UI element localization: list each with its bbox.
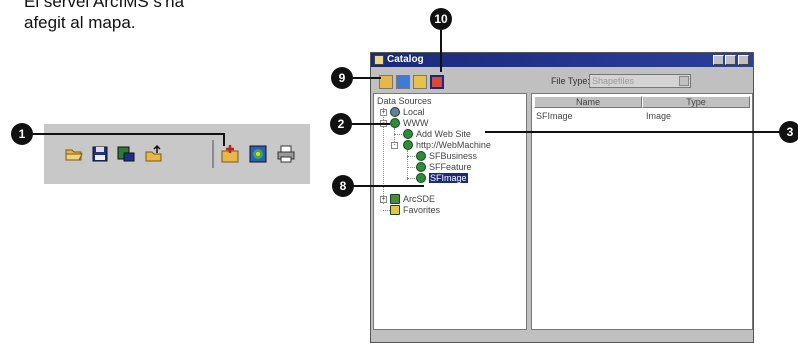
globe-icon <box>403 129 413 139</box>
catalog-icon[interactable] <box>396 75 410 89</box>
tree-node-local[interactable]: Local <box>403 107 425 117</box>
globe-icon <box>416 162 426 172</box>
tree-root: Data Sources <box>377 96 432 106</box>
expand-icon[interactable]: + <box>380 109 387 116</box>
computer-icon <box>390 107 400 117</box>
callout-1-leader-drop <box>223 133 225 146</box>
tree-node-webmachine[interactable]: http://WebMachine <box>416 140 491 150</box>
tree-node-arcsde[interactable]: ArcSDE <box>403 194 435 204</box>
callout-1: 1 <box>11 123 33 145</box>
database-icon <box>390 194 400 204</box>
tree-node-sfbusiness[interactable]: SFBusiness <box>429 151 477 161</box>
tree-line <box>407 167 415 168</box>
close-icon[interactable] <box>738 55 749 65</box>
tree-line <box>407 150 408 180</box>
column-header-type[interactable]: Type <box>642 96 750 108</box>
print-preview-icon[interactable] <box>116 144 136 164</box>
save-icon[interactable] <box>90 144 110 164</box>
folder-icon[interactable] <box>413 75 427 89</box>
collapse-icon[interactable]: - <box>391 142 398 149</box>
callout-2: 2 <box>330 113 352 135</box>
catalog-app-icon <box>374 55 384 65</box>
list-item-name[interactable]: SFImage <box>536 111 573 121</box>
callout-3: 3 <box>779 121 798 143</box>
callout-9: 9 <box>331 67 353 89</box>
caption-line-1: El servei ArcIMS s'ha <box>24 0 185 11</box>
tree-node-sfimage[interactable]: SFImage <box>429 173 468 183</box>
tree-node-sffeature[interactable]: SFFeature <box>429 162 472 172</box>
add-data-icon[interactable] <box>220 144 240 164</box>
file-type-label: File Type: <box>551 76 590 86</box>
globe-icon <box>416 151 426 161</box>
favorites-folder-icon <box>390 205 400 215</box>
callout-10: 10 <box>430 8 452 30</box>
callout-2-leader <box>352 123 390 125</box>
tree-node-add-web-site[interactable]: Add Web Site <box>416 129 471 139</box>
callout-9-leader <box>353 77 381 79</box>
callout-8-leader <box>354 185 424 187</box>
chevron-down-icon[interactable] <box>679 76 689 86</box>
catalog-titlebar: Catalog <box>371 53 753 67</box>
tree-line <box>407 156 415 157</box>
callout-10-leader <box>440 30 442 72</box>
tree-line <box>394 134 402 135</box>
globe-icon <box>390 118 400 128</box>
globe-icon <box>403 140 413 150</box>
open-icon[interactable] <box>64 144 84 164</box>
print-icon[interactable] <box>276 144 296 164</box>
add-data-icon[interactable] <box>379 75 393 89</box>
tree-node-www[interactable]: WWW <box>403 118 428 128</box>
list-item-type: Image <box>646 111 672 121</box>
caption-line-2: afegit al mapa. <box>24 13 136 32</box>
callout-8: 8 <box>332 175 354 197</box>
tree-line <box>407 178 415 179</box>
catalog-tree: Data Sources + Local - WWW Add Web Site … <box>373 93 527 330</box>
callout-3-leader <box>485 131 779 133</box>
status-bar <box>373 333 751 341</box>
tree-node-favorites[interactable]: Favorites <box>403 205 440 215</box>
callout-1-leader <box>33 133 224 135</box>
file-type-select[interactable]: Shapefiles <box>589 74 691 88</box>
add-server-icon[interactable] <box>430 75 444 89</box>
minimize-icon[interactable] <box>713 55 724 65</box>
file-type-value: Shapefiles <box>592 76 635 86</box>
arcmap-icon[interactable] <box>248 144 268 164</box>
column-header-name[interactable]: Name <box>534 96 642 108</box>
folder-up-icon[interactable] <box>144 144 164 164</box>
globe-icon <box>416 173 426 183</box>
maximize-icon[interactable] <box>725 55 736 65</box>
catalog-title: Catalog <box>387 54 424 65</box>
catalog-window: Catalog File Type: Shapefiles Data Sourc… <box>370 52 754 343</box>
expand-icon[interactable]: + <box>380 196 387 203</box>
catalog-contents-list: Name Type SFImage Image <box>531 93 753 330</box>
tree-line <box>383 210 390 211</box>
toolbar-separator <box>212 140 214 168</box>
